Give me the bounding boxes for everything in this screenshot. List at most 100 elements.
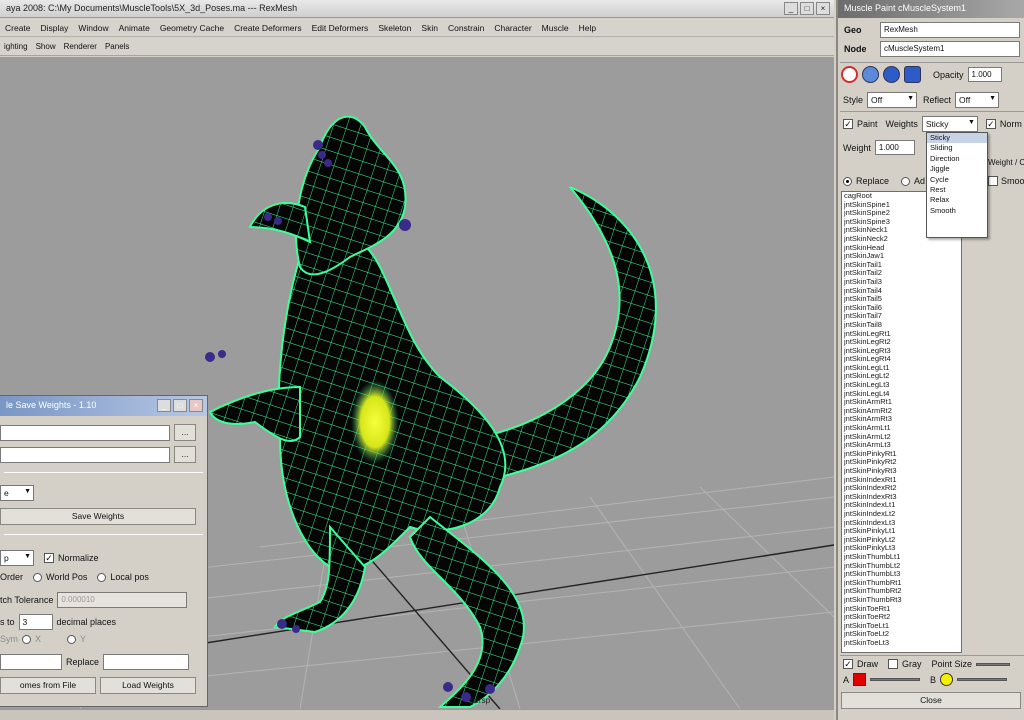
maya-title-bar: aya 2008: C:\My Documents\MuscleTools\5X… [0,0,834,18]
paint-tool-soft-icon[interactable] [883,66,900,83]
browse-button-2[interactable]: ... [174,446,196,463]
weight-field[interactable]: 1.000 [874,140,915,155]
panel-menu-panels[interactable]: Panels [101,42,133,51]
normalize-label: Normalize [58,553,99,563]
file-path-field[interactable] [0,424,170,441]
reflect-dropdown[interactable]: Off [955,92,1000,108]
a-color-slider[interactable] [870,678,921,681]
muscle-paint-title: Muscle Paint cMuscleSystem1 [844,3,967,13]
maximize-icon[interactable]: □ [800,2,814,15]
gray-label: Gray [902,659,922,669]
dialog-window-controls: _ □ × [157,399,203,412]
weights-type-dropdown[interactable]: Sticky [921,116,978,132]
weight-option-direction[interactable]: Direction [927,154,987,164]
normalize-checkbox[interactable]: ✓ [44,553,54,563]
weight-option-cycle[interactable]: Cycle [927,175,987,185]
replace-label: Replace [66,657,100,667]
menu-create[interactable]: Create [0,23,36,33]
mode-dropdown[interactable]: e [0,485,34,501]
separator [4,472,203,473]
load-weights-button[interactable]: Load Weights [100,677,196,694]
add-radio[interactable] [901,176,911,186]
weight-option-rest[interactable]: Rest [927,185,987,195]
precision-label: s to [0,617,15,627]
weight-label: Weight [843,142,871,153]
close-icon[interactable]: × [816,2,830,15]
tolerance-field[interactable]: 0.000010 [57,592,188,608]
browse-button-1[interactable]: ... [174,424,196,441]
search-field[interactable] [0,654,62,670]
file-path-field-2[interactable] [0,446,170,463]
weight-option-sliding[interactable]: Sliding [927,143,987,153]
weight-option-relax[interactable]: Relax [927,195,987,205]
menu-geometry-cache[interactable]: Geometry Cache [155,23,229,33]
menu-help[interactable]: Help [574,23,601,33]
minimize-icon[interactable]: _ [784,2,798,15]
menu-muscle[interactable]: Muscle [537,23,574,33]
style-dropdown[interactable]: Off [867,92,918,108]
menu-skeleton[interactable]: Skeleton [373,23,416,33]
local-pos-radio[interactable] [97,572,107,582]
maximize-icon[interactable]: □ [173,399,187,412]
sym-y-label: Y [80,634,87,644]
decimal-places-label: decimal places [56,617,117,627]
smooth-label: Smoo [1001,176,1024,186]
geo-field[interactable]: RexMesh [880,22,1020,38]
node-field[interactable]: cMuscleSystem1 [880,41,1020,57]
minimize-icon[interactable]: _ [157,399,171,412]
a-color-swatch[interactable] [853,673,867,686]
save-weights-title: le Save Weights - 1.10 [6,400,97,410]
paint-checkbox[interactable]: ✓ [843,119,853,129]
world-pos-radio[interactable] [33,572,43,582]
order-label: Order [0,572,24,582]
weight-tab[interactable]: Weight / C [988,158,1024,167]
menu-character[interactable]: Character [489,23,536,33]
panel-menu-lighting[interactable]: ighting [0,42,32,51]
weight-option-sticky[interactable]: Sticky [927,133,987,144]
load-from-file-button[interactable]: omes from File [0,677,96,694]
save-weights-title-bar: le Save Weights - 1.10 _ □ × [0,396,207,416]
save-weights-button[interactable]: Save Weights [0,508,196,525]
panel-menu-show[interactable]: Show [32,42,60,51]
menu-window[interactable]: Window [73,23,113,33]
menu-create-deformers[interactable]: Create Deformers [229,23,307,33]
menu-edit-deformers[interactable]: Edit Deformers [307,23,374,33]
geo-label: Geo [844,25,862,35]
weight-option-smooth[interactable]: Smooth [927,206,987,216]
joint-list[interactable]: cagRoot jntSkinSpine1 jntSkinSpine2 jntSkin… [841,191,962,653]
panel-menu-renderer[interactable]: Renderer [60,42,101,51]
opacity-field[interactable]: 1.000 [967,67,1002,82]
joint-list-item[interactable]: jntSkinToeLt3 [842,638,961,648]
b-color-swatch[interactable] [940,673,954,686]
replace-radio[interactable] [843,176,852,186]
norm-label: Norm [999,119,1022,129]
weights-label: Weights [885,119,918,129]
menu-animate[interactable]: Animate [114,23,155,33]
point-size-slider[interactable] [976,662,1011,666]
node-label: Node [844,44,867,54]
sym-x-radio[interactable] [22,634,31,644]
a-color-label: A [843,674,850,685]
weight-option-jiggle[interactable]: Jiggle [927,164,987,174]
norm-checkbox[interactable]: ✓ [985,119,996,129]
gray-checkbox[interactable] [888,659,899,669]
paint-tool-square-icon[interactable] [904,66,921,83]
precision-field[interactable]: 3 [18,614,53,630]
close-icon[interactable]: × [189,399,203,412]
replace-field[interactable] [103,654,190,670]
opacity-label: Opacity [933,69,964,80]
local-pos-label: Local pos [110,572,149,582]
format-dropdown[interactable]: p [0,550,34,566]
separator [4,534,203,535]
menu-display[interactable]: Display [36,23,74,33]
viewport-panel-menu: ighting Show Renderer Panels [0,38,834,56]
menu-skin[interactable]: Skin [416,23,443,33]
sym-y-radio[interactable] [67,634,77,644]
close-button[interactable]: Close [841,692,1021,709]
b-color-slider[interactable] [957,678,1008,681]
draw-checkbox[interactable]: ✓ [843,659,853,669]
smooth-checkbox[interactable] [988,176,998,186]
paint-tool-brush-icon[interactable] [862,66,879,83]
paint-tool-select-icon[interactable] [841,66,858,83]
menu-constrain[interactable]: Constrain [443,23,489,33]
